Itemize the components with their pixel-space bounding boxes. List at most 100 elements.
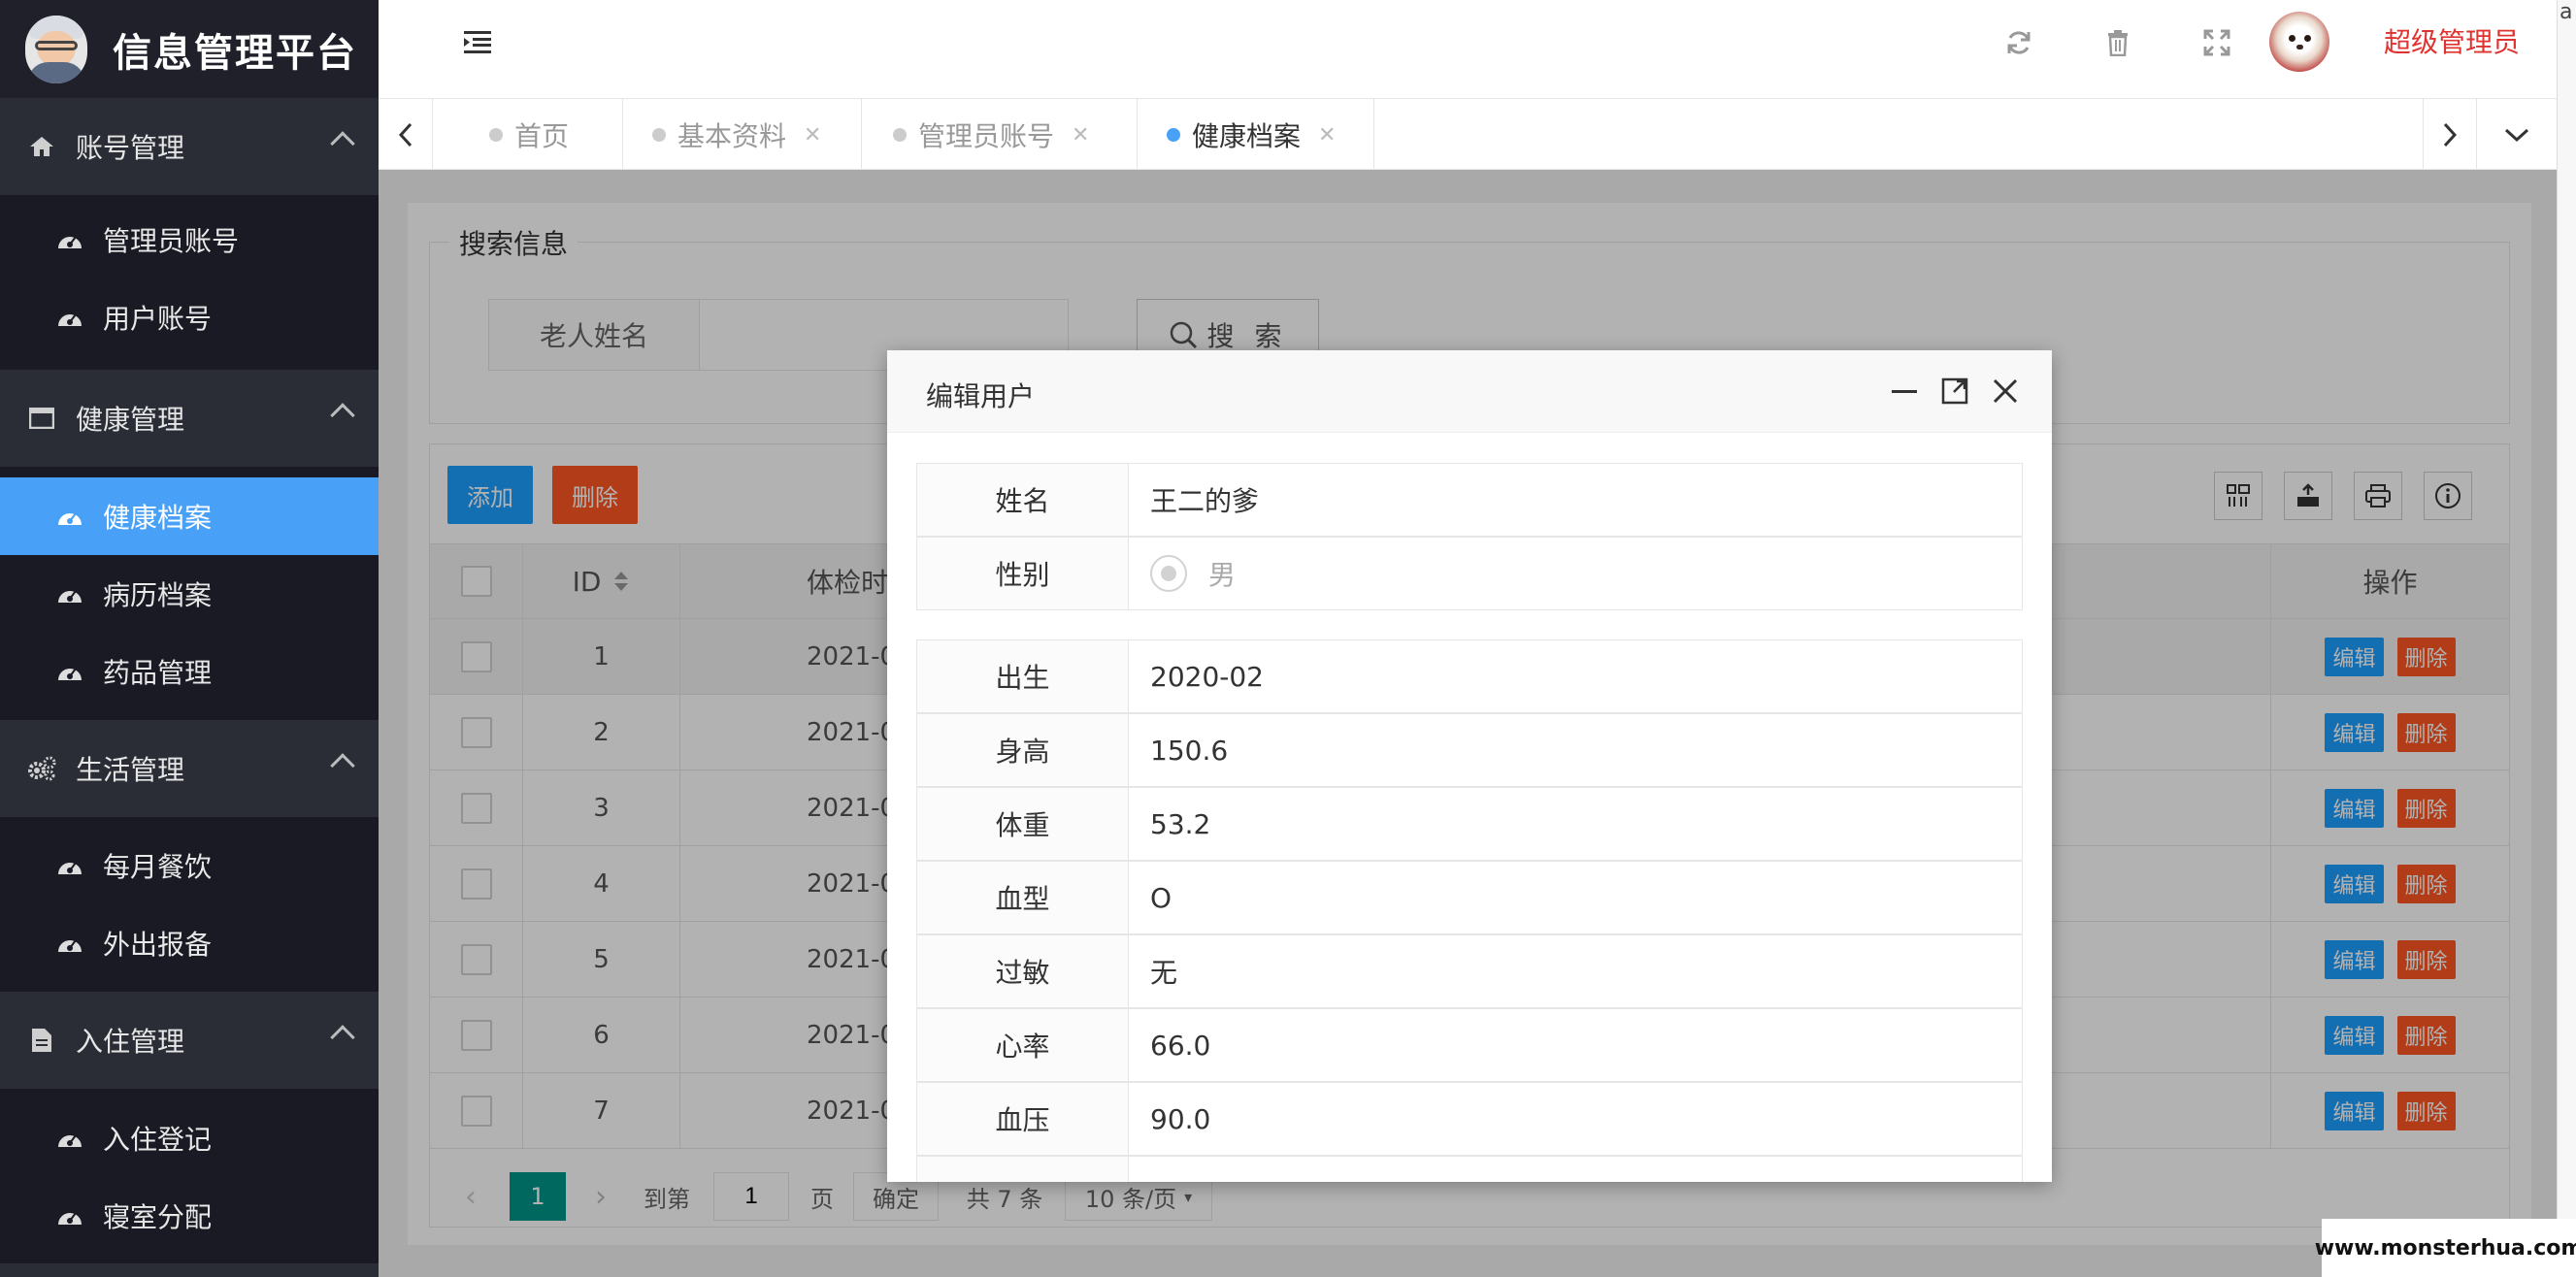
dashboard-icon	[56, 506, 83, 527]
nav-group-label: 账号管理	[76, 132, 185, 164]
sidebar-item-label: 外出报备	[103, 929, 213, 961]
close-icon[interactable]: ✕	[804, 123, 821, 147]
sidebar-item-room-assign[interactable]: 寝室分配	[0, 1177, 379, 1255]
nav-group-checkin[interactable]: 入住管理	[0, 992, 379, 1089]
field-next-partial	[916, 1156, 2023, 1182]
sidebar-item-label: 入住登记	[103, 1124, 213, 1156]
user-name-menu[interactable]: 超级管理员	[2384, 21, 2520, 60]
gender-option-label: 男	[1208, 559, 1237, 591]
sidebar-item-outing-report[interactable]: 外出报备	[0, 904, 379, 982]
tab-bar: 首页 基本资料 ✕ 管理员账号 ✕ 健康档案 ✕	[379, 98, 2557, 171]
chevron-left-icon	[398, 122, 412, 147]
watermark: www.monsterhua.com	[2315, 1219, 2576, 1277]
dialog-header: 编辑用户	[887, 350, 2052, 433]
gears-icon	[27, 754, 56, 783]
sidebar-item-label: 用户账号	[103, 303, 213, 335]
sidebar: 信息管理平台 账号管理 管理员账号 用户账号 健康管理 健康档案 病历档案 药品…	[0, 0, 379, 1277]
sidebar-item-label: 每月餐饮	[103, 851, 213, 883]
tab-dot	[489, 128, 503, 142]
field-label: 心率	[917, 1009, 1129, 1081]
tab-health-record[interactable]: 健康档案 ✕	[1138, 99, 1374, 171]
field-label: 身高	[917, 714, 1129, 786]
sidebar-item-medicine[interactable]: 药品管理	[0, 633, 379, 710]
tab-dot	[652, 128, 666, 142]
sidebar-item-label: 管理员账号	[103, 225, 240, 257]
menu-toggle-icon[interactable]	[464, 29, 493, 58]
tab-dot	[1167, 128, 1180, 142]
close-icon[interactable]	[1986, 372, 2025, 410]
sidebar-item-label: 药品管理	[103, 657, 213, 689]
field-label: 出生	[917, 640, 1129, 712]
dashboard-icon	[56, 1205, 83, 1227]
sidebar-item-monthly-meals[interactable]: 每月餐饮	[0, 827, 379, 904]
nav-group-label: 入住管理	[76, 1026, 185, 1058]
close-icon[interactable]: ✕	[1072, 123, 1089, 147]
field-gender: 性别 男	[916, 537, 2023, 610]
minimize-icon[interactable]	[1885, 372, 1924, 410]
sidebar-item-checkin-register[interactable]: 入住登记	[0, 1099, 379, 1177]
field-label	[917, 1157, 1129, 1182]
trash-icon[interactable]	[2100, 25, 2135, 60]
blood-type-input[interactable]: O	[1129, 862, 2022, 933]
field-blood-type: 血型 O	[916, 861, 2023, 934]
sidebar-item-user-account[interactable]: 用户账号	[0, 278, 379, 356]
chevron-down-icon	[2504, 128, 2529, 143]
nav-group-life[interactable]: 生活管理	[0, 720, 379, 817]
field-blood-pressure: 血压 90.0	[916, 1082, 2023, 1156]
name-input[interactable]: 王二的爹	[1129, 464, 2022, 536]
avatar[interactable]	[2269, 12, 2329, 72]
refresh-icon[interactable]	[2001, 25, 2036, 60]
field-label: 过敏	[917, 935, 1129, 1007]
sidebar-item-label: 病历档案	[103, 579, 213, 611]
tab-scroll-right[interactable]	[2423, 99, 2477, 171]
home-icon	[27, 132, 56, 161]
tab-label: 管理员账号	[918, 120, 1055, 152]
sidebar-item-admin-account[interactable]: 管理员账号	[0, 201, 379, 278]
nav-group-account[interactable]: 账号管理	[0, 98, 379, 195]
heart-rate-input[interactable]: 66.0	[1129, 1009, 2022, 1081]
next-input[interactable]	[1129, 1157, 2022, 1182]
chevron-up-icon	[330, 1025, 355, 1050]
field-heart-rate: 心率 66.0	[916, 1008, 2023, 1082]
height-input[interactable]: 150.6	[1129, 714, 2022, 786]
field-height: 身高 150.6	[916, 713, 2023, 787]
fullscreen-icon[interactable]	[2199, 25, 2234, 60]
tab-label: 健康档案	[1192, 120, 1302, 152]
dashboard-icon	[56, 583, 83, 605]
field-name: 姓名 王二的爹	[916, 463, 2023, 537]
tab-label: 首页	[514, 120, 570, 152]
dashboard-icon	[56, 661, 83, 682]
tab-basic-info[interactable]: 基本资料 ✕	[623, 99, 862, 171]
window-edge: a	[2557, 0, 2576, 1277]
maximize-icon[interactable]	[1935, 372, 1974, 410]
birth-input[interactable]: 2020-02	[1129, 640, 2022, 712]
sidebar-item-label: 健康档案	[103, 502, 213, 534]
weight-input[interactable]: 53.2	[1129, 788, 2022, 860]
nav-group-health[interactable]: 健康管理	[0, 370, 379, 467]
chevron-up-icon	[330, 403, 355, 428]
field-label: 性别	[917, 538, 1129, 609]
chevron-right-icon	[2443, 122, 2458, 147]
top-header: 超级管理员	[379, 0, 2576, 98]
dialog-title: 编辑用户	[926, 380, 1036, 412]
allergy-input[interactable]: 无	[1129, 935, 2022, 1007]
tab-scroll-left[interactable]	[379, 99, 433, 171]
sidebar-item-health-record[interactable]: 健康档案	[0, 477, 379, 555]
gender-radio-group[interactable]: 男	[1129, 538, 2022, 609]
blood-pressure-input[interactable]: 90.0	[1129, 1083, 2022, 1155]
app-logo: 信息管理平台	[0, 0, 379, 98]
sidebar-item-medical-record[interactable]: 病历档案	[0, 555, 379, 633]
tab-dropdown[interactable]	[2477, 99, 2557, 171]
tab-dot	[893, 128, 907, 142]
field-birth: 出生 2020-02	[916, 639, 2023, 713]
chevron-up-icon	[330, 753, 355, 778]
tab-admin-account[interactable]: 管理员账号 ✕	[862, 99, 1138, 171]
radio-icon[interactable]	[1150, 555, 1187, 592]
nav-group-next	[0, 1263, 379, 1277]
field-label: 血型	[917, 862, 1129, 933]
field-label: 血压	[917, 1083, 1129, 1155]
tab-home[interactable]: 首页	[433, 99, 623, 171]
field-allergy: 过敏 无	[916, 934, 2023, 1008]
close-icon[interactable]: ✕	[1318, 123, 1336, 147]
dashboard-icon	[56, 855, 83, 876]
